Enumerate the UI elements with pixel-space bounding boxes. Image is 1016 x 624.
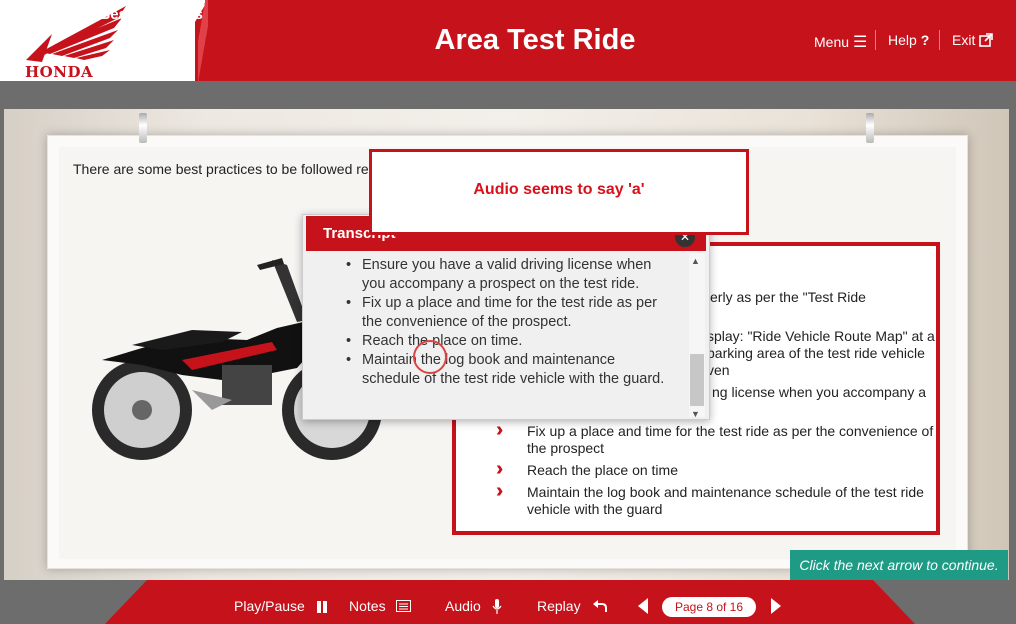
breadcrumb: Process > Best Practices (24, 6, 203, 23)
intro-text: There are some best practices to be foll… (73, 161, 369, 177)
hanging-clip-right (866, 113, 874, 143)
breadcrumb-bar (0, 81, 1016, 109)
notes-button[interactable]: Notes (349, 598, 386, 614)
scroll-down-icon[interactable]: ▼ (691, 409, 700, 419)
menu-label: Menu (814, 34, 850, 50)
audio-popup-text: Audio seems to say 'a' (473, 181, 645, 198)
nav-divider (939, 30, 940, 50)
transcript-item: Reach the place on time. (340, 332, 675, 351)
footer-controls-bg (105, 580, 915, 624)
previous-arrow-icon[interactable] (638, 598, 648, 614)
transcript-item: Maintain the log book and maintenance sc… (340, 351, 675, 389)
notes-icon (396, 600, 411, 612)
play-pause-label: Play/Pause (234, 598, 305, 614)
double-chevron-icon: ›› (496, 458, 505, 480)
replay-icon (593, 600, 607, 612)
hamburger-icon: ☰ (853, 34, 868, 51)
honda-wordmark: HONDA (25, 63, 94, 81)
transcript-item: Ensure you have a valid driving license … (340, 256, 675, 294)
help-button[interactable]: Help ? (888, 32, 929, 48)
nav-divider (875, 30, 876, 50)
exit-label: Exit (952, 32, 976, 48)
replay-button[interactable]: Replay (537, 598, 581, 614)
list-fragment: ng license when you accompany a (712, 384, 927, 400)
exit-button[interactable]: Exit (952, 32, 994, 48)
menu-button[interactable]: Menu ☰ (814, 32, 867, 52)
scrollbar-thumb[interactable] (690, 354, 704, 406)
transcript-body: Ensure you have a valid driving license … (340, 256, 675, 410)
list-fragment: parking area of the test ride vehicle (707, 345, 925, 361)
pause-icon (317, 601, 327, 613)
notes-label: Notes (349, 598, 386, 614)
audio-label: Audio (445, 598, 481, 614)
transcript-item: Fix up a place and time for the test rid… (340, 294, 675, 332)
list-fragment: ven (707, 362, 730, 378)
replay-label: Replay (537, 598, 581, 614)
audio-button[interactable]: Audio (445, 598, 481, 614)
external-link-icon (979, 33, 994, 47)
list-item: Fix up a place and time for the test rid… (527, 423, 934, 456)
play-pause-button[interactable]: Play/Pause (234, 598, 305, 614)
page-title: Area Test Ride (434, 24, 636, 56)
list-item: Reach the place on time (527, 462, 678, 478)
question-icon: ? (920, 32, 930, 48)
hanging-clip-left (139, 113, 147, 143)
help-label: Help (888, 32, 917, 48)
continue-hint: Click the next arrow to continue. (790, 550, 1008, 580)
double-chevron-icon: ›› (496, 419, 505, 441)
list-item: Maintain the log book and maintenance sc… (527, 484, 924, 517)
page-indicator: Page 8 of 16 (662, 597, 756, 617)
double-chevron-icon: ›› (496, 480, 505, 502)
click-indicator (413, 340, 447, 374)
list-fragment: properly as per the "Test Ride (682, 289, 866, 305)
next-arrow-icon[interactable] (771, 598, 781, 614)
list-fragment: splay: "Ride Vehicle Route Map" at a (707, 328, 935, 344)
scroll-up-icon[interactable]: ▲ (691, 256, 700, 266)
microphone-icon (492, 599, 502, 614)
